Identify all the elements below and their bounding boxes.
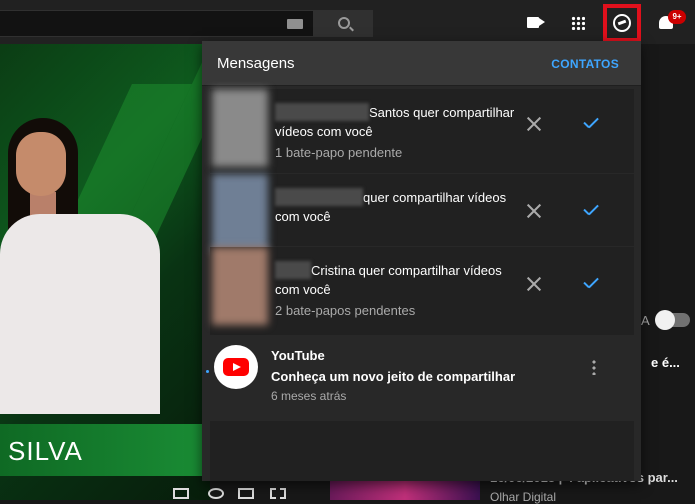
settings-icon[interactable]	[208, 488, 224, 499]
accept-check-icon[interactable]	[582, 206, 598, 216]
sender-name: YouTube	[271, 348, 325, 363]
youtube-avatar	[214, 345, 258, 389]
redacted-name	[275, 261, 311, 279]
decline-icon[interactable]	[527, 117, 541, 131]
apps-grid-icon[interactable]	[571, 16, 585, 30]
subtitles-icon[interactable]	[173, 488, 189, 499]
unread-dot	[206, 370, 209, 373]
share-request-row[interactable]: Santos quer compartilhar vídeos com você…	[210, 89, 634, 173]
masthead: 9+	[0, 0, 695, 44]
autoplay-label: A	[641, 313, 650, 328]
related-video-title-fragment[interactable]: e é...	[651, 355, 680, 370]
more-options-icon[interactable]	[592, 359, 596, 375]
related-video-channel[interactable]: Olhar Digital	[490, 490, 556, 504]
search-input[interactable]	[0, 10, 314, 37]
avatar	[212, 247, 268, 325]
share-request-row[interactable]: Cristina quer compartilhar vídeos com vo…	[210, 247, 634, 335]
redacted-name	[275, 188, 363, 206]
lower-third-name: SILVA	[8, 436, 83, 466]
pending-count: 1 bate-papo pendente	[275, 145, 403, 160]
message-time: 6 meses atrás	[271, 389, 347, 403]
pending-count: 2 bate-papos pendentes	[275, 303, 416, 318]
fullscreen-icon[interactable]	[270, 488, 286, 499]
share-request-row[interactable]: quer compartilhar vídeos com você	[210, 174, 634, 252]
youtube-message-row[interactable]: YouTube Conheça um novo jeito de compart…	[202, 337, 641, 421]
messages-button[interactable]	[603, 4, 641, 42]
accept-check-icon[interactable]	[582, 119, 598, 129]
theater-mode-icon[interactable]	[238, 488, 254, 499]
keyboard-icon[interactable]	[287, 19, 303, 29]
sidebar	[640, 44, 695, 500]
messages-popup: Mensagens CONTATOS Santos quer compartil…	[202, 41, 641, 481]
empty-area	[210, 421, 634, 481]
avatar	[212, 89, 268, 167]
redacted-name	[275, 103, 369, 121]
search-button[interactable]	[314, 10, 373, 37]
message-preview: Conheça um novo jeito de compartilhar	[271, 369, 516, 384]
messages-icon	[613, 14, 631, 32]
avatar	[212, 174, 268, 252]
contacts-link[interactable]: CONTATOS	[551, 57, 619, 71]
decline-icon[interactable]	[527, 277, 541, 291]
youtube-logo-icon	[223, 358, 249, 376]
search-icon	[338, 17, 350, 29]
player-controls	[170, 485, 300, 500]
video-player[interactable]: SILVA	[0, 44, 210, 500]
lower-third-graphic: SILVA	[0, 424, 210, 476]
popup-header: Mensagens CONTATOS	[202, 41, 641, 86]
notification-count-badge: 9+	[668, 10, 686, 24]
create-video-icon[interactable]	[527, 17, 545, 28]
popup-title: Mensagens	[217, 55, 295, 72]
decline-icon[interactable]	[527, 204, 541, 218]
accept-check-icon[interactable]	[582, 279, 598, 289]
related-video-thumbnail[interactable]	[330, 478, 480, 500]
autoplay-toggle-knob[interactable]	[655, 310, 675, 330]
